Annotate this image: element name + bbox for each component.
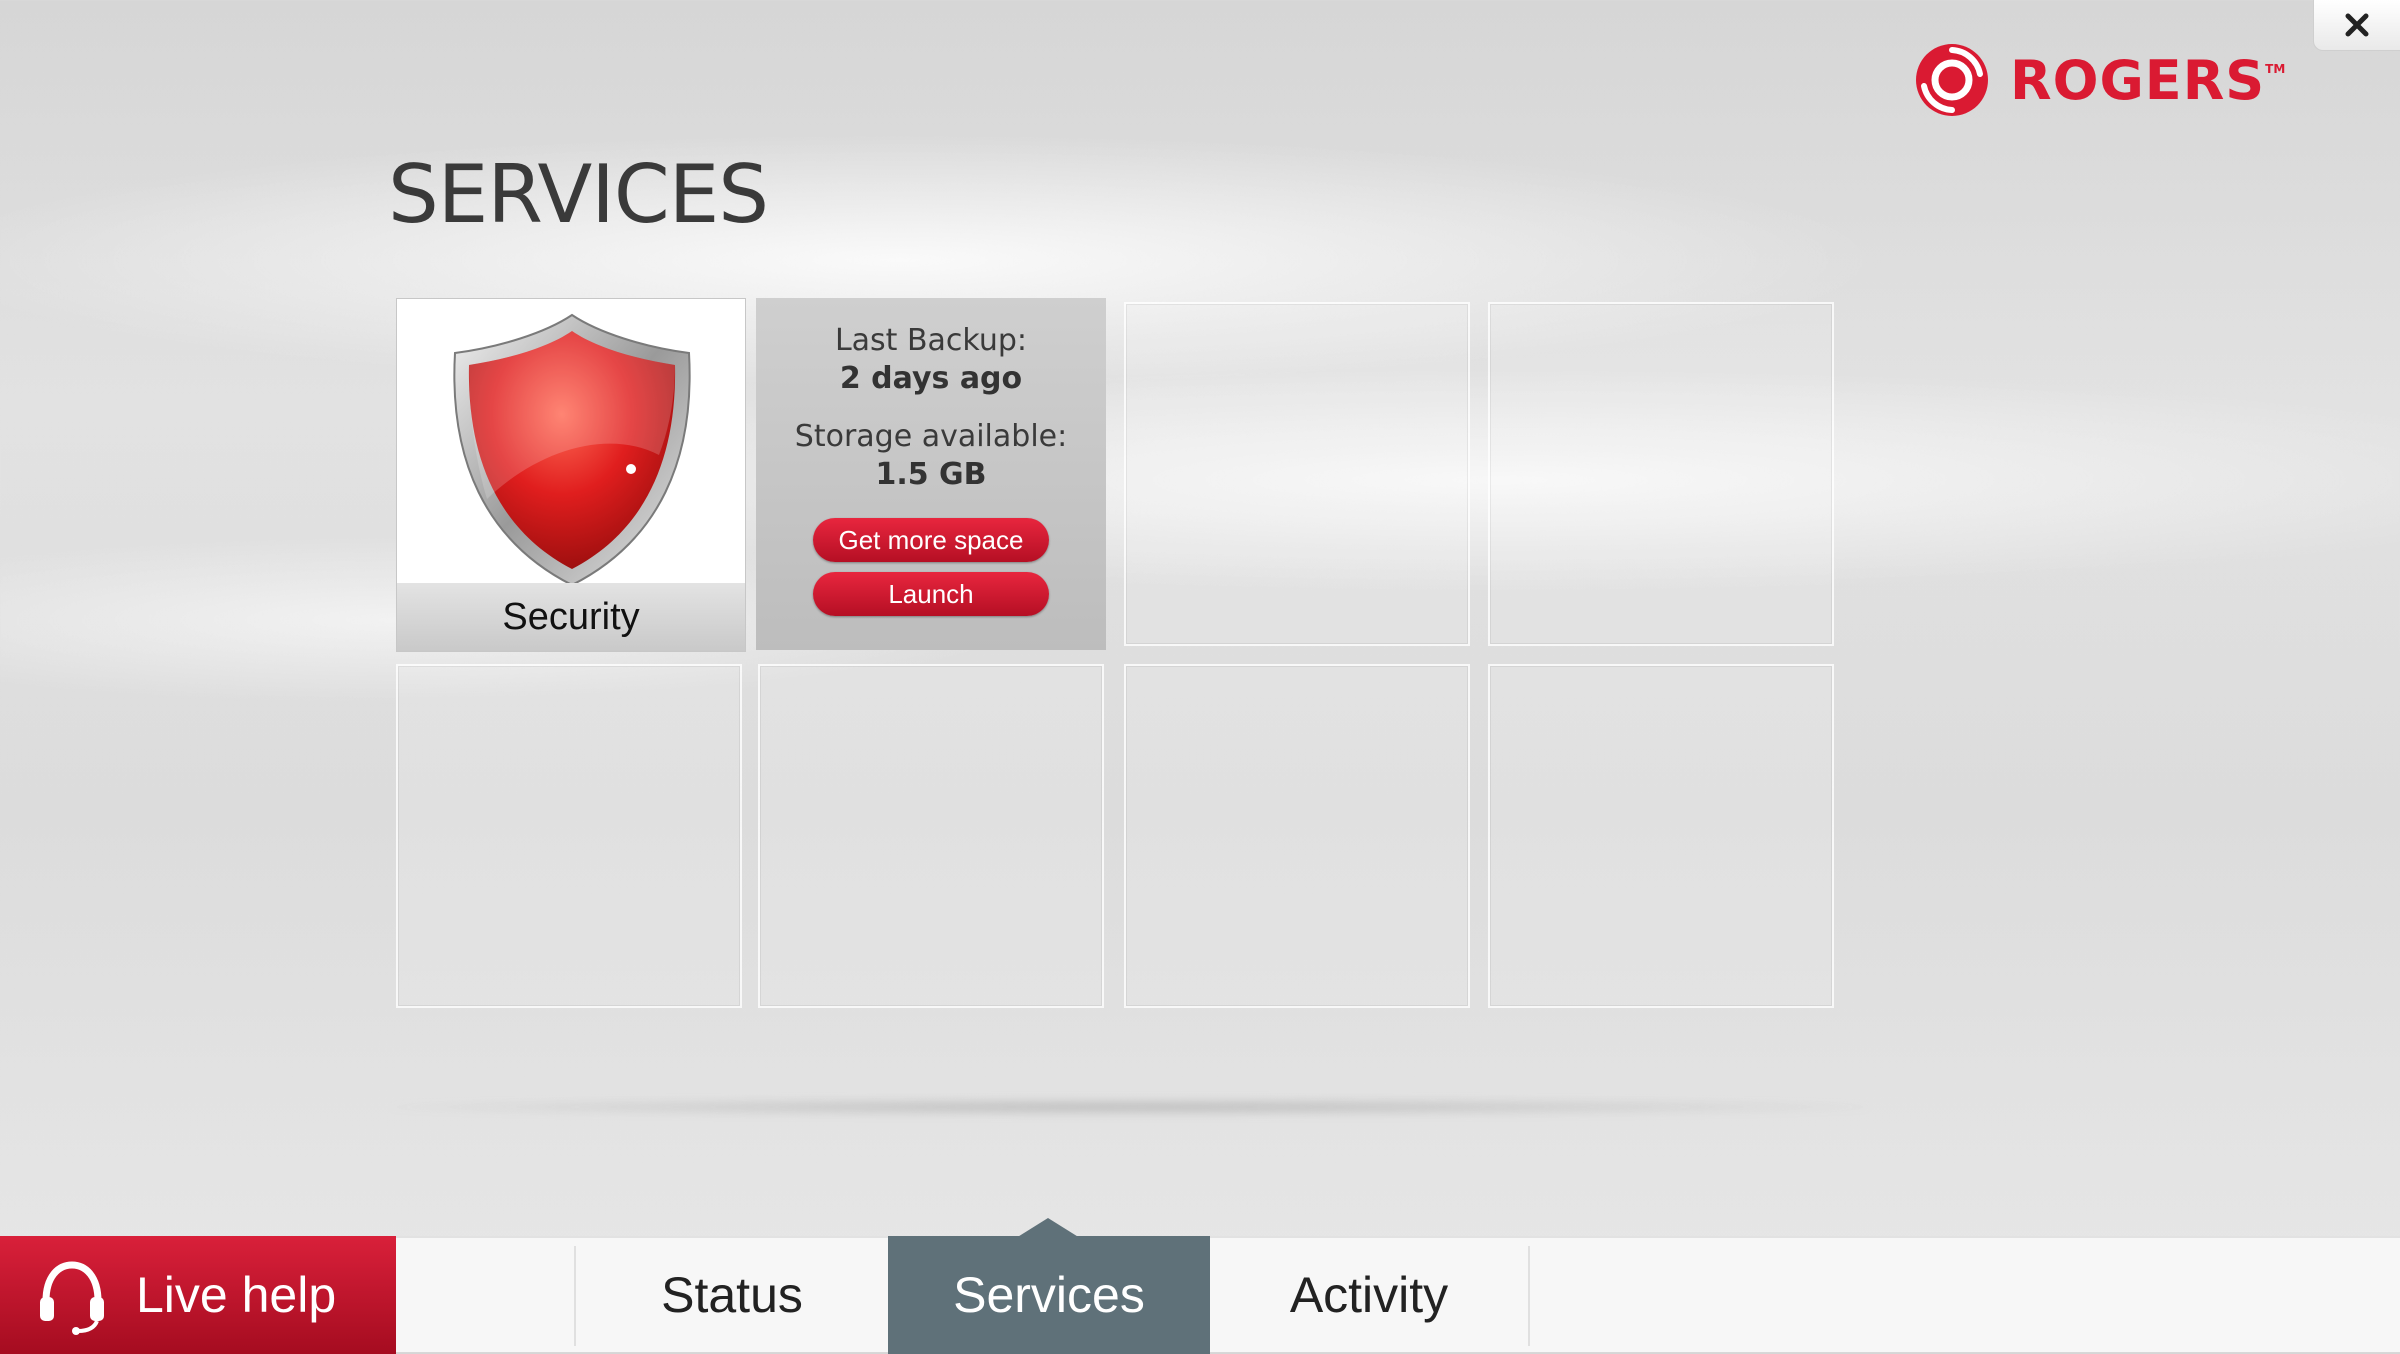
- tab-status[interactable]: Status: [576, 1236, 888, 1354]
- rogers-logo: ROGERS TM: [1912, 40, 2285, 120]
- tab-activity[interactable]: Activity: [1210, 1236, 1528, 1354]
- storage-value: 1.5 GB: [875, 457, 987, 492]
- tab-divider: [1528, 1246, 1530, 1346]
- get-more-space-button[interactable]: Get more space: [813, 518, 1049, 562]
- security-label: Security: [397, 583, 745, 651]
- rogers-logo-icon: [1916, 44, 1988, 116]
- tab-activity-label: Activity: [1289, 1267, 1449, 1323]
- active-tab-pointer: [1016, 1218, 1080, 1238]
- storage-label: Storage available:: [794, 419, 1068, 454]
- last-backup-value: 2 days ago: [839, 361, 1023, 396]
- empty-tile: [758, 664, 1104, 1008]
- headset-icon: [40, 1261, 104, 1335]
- live-help-label: Live help: [136, 1267, 337, 1323]
- empty-tile: [396, 664, 742, 1008]
- empty-tile: [1124, 664, 1470, 1008]
- tab-status-label: Status: [661, 1267, 803, 1323]
- shield-icon: [453, 313, 691, 587]
- brand-tm: TM: [2265, 62, 2286, 76]
- empty-tile: [1124, 302, 1470, 646]
- last-backup-label: Last Backup:: [834, 323, 1028, 358]
- tile-shadow: [390, 1098, 1870, 1116]
- close-icon: [2345, 13, 2369, 37]
- tab-services[interactable]: Services: [888, 1236, 1210, 1354]
- close-button[interactable]: [2313, 0, 2400, 51]
- bottom-nav: Live help Status Services Activity: [0, 1218, 2400, 1354]
- brand-name: ROGERS: [2010, 48, 2266, 112]
- live-help-button[interactable]: Live help: [0, 1236, 396, 1354]
- launch-button[interactable]: Launch: [813, 572, 1049, 616]
- page-title: SERVICES: [388, 148, 769, 241]
- empty-tile: [1488, 302, 1834, 646]
- backup-tile: Last Backup: 2 days ago Storage availabl…: [756, 298, 1106, 650]
- empty-tile: [1488, 664, 1834, 1008]
- security-tile[interactable]: Security: [396, 298, 746, 652]
- tab-services-label: Services: [953, 1267, 1145, 1323]
